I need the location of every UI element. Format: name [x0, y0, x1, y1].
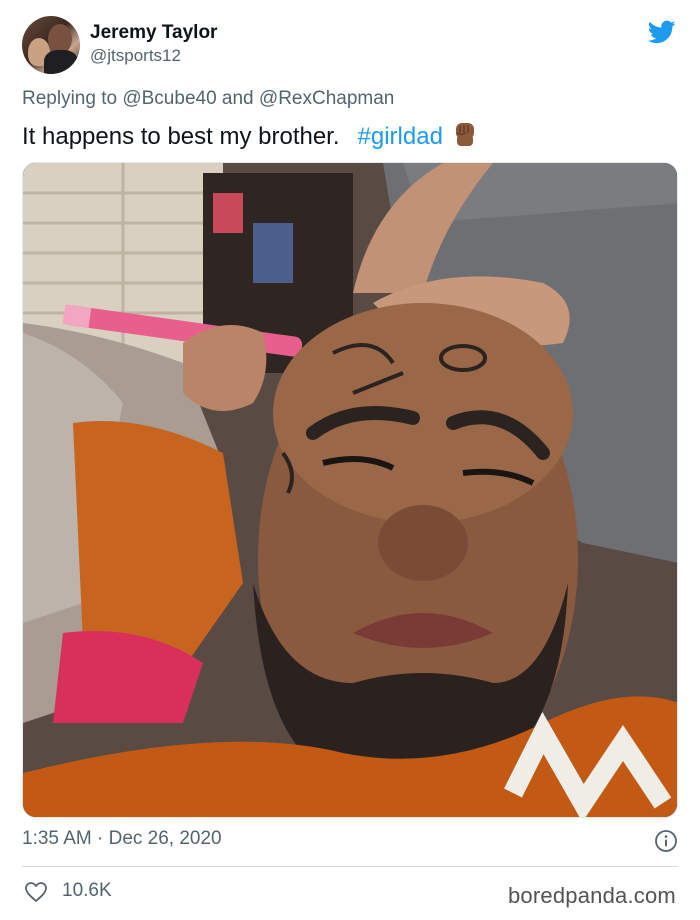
photo-illustration	[23, 163, 677, 817]
like-count[interactable]: 10.6K	[62, 880, 112, 902]
tweet-text: It happens to best my brother. #girldad	[22, 120, 479, 151]
hashtag-girldad[interactable]: #girldad	[358, 123, 443, 150]
tweet-photo[interactable]	[22, 162, 678, 818]
mention-rexchapman[interactable]: @RexChapman	[259, 88, 394, 109]
tweet-timestamp[interactable]: 1:35 AM · Dec 26, 2020	[22, 828, 222, 850]
heart-icon[interactable]	[24, 880, 48, 904]
raised-fist-icon	[455, 123, 474, 146]
author-name[interactable]: Jeremy Taylor	[90, 22, 217, 44]
mention-bcube40[interactable]: @Bcube40	[122, 88, 216, 109]
reply-joiner: and	[221, 88, 254, 109]
twitter-bird-icon[interactable]	[646, 18, 678, 46]
source-watermark: boredpanda.com	[508, 883, 676, 908]
author-avatar[interactable]	[22, 16, 80, 74]
tweet-card: Jeremy Taylor @jtsports12 Replying to @B…	[0, 0, 700, 920]
divider	[22, 866, 678, 867]
info-icon[interactable]	[654, 829, 678, 853]
author-handle[interactable]: @jtsports12	[90, 46, 181, 66]
reply-prefix: Replying to	[22, 88, 118, 109]
tweet-body: It happens to best my brother.	[22, 123, 340, 150]
reply-context: Replying to @Bcube40 and @RexChapman	[22, 88, 394, 110]
